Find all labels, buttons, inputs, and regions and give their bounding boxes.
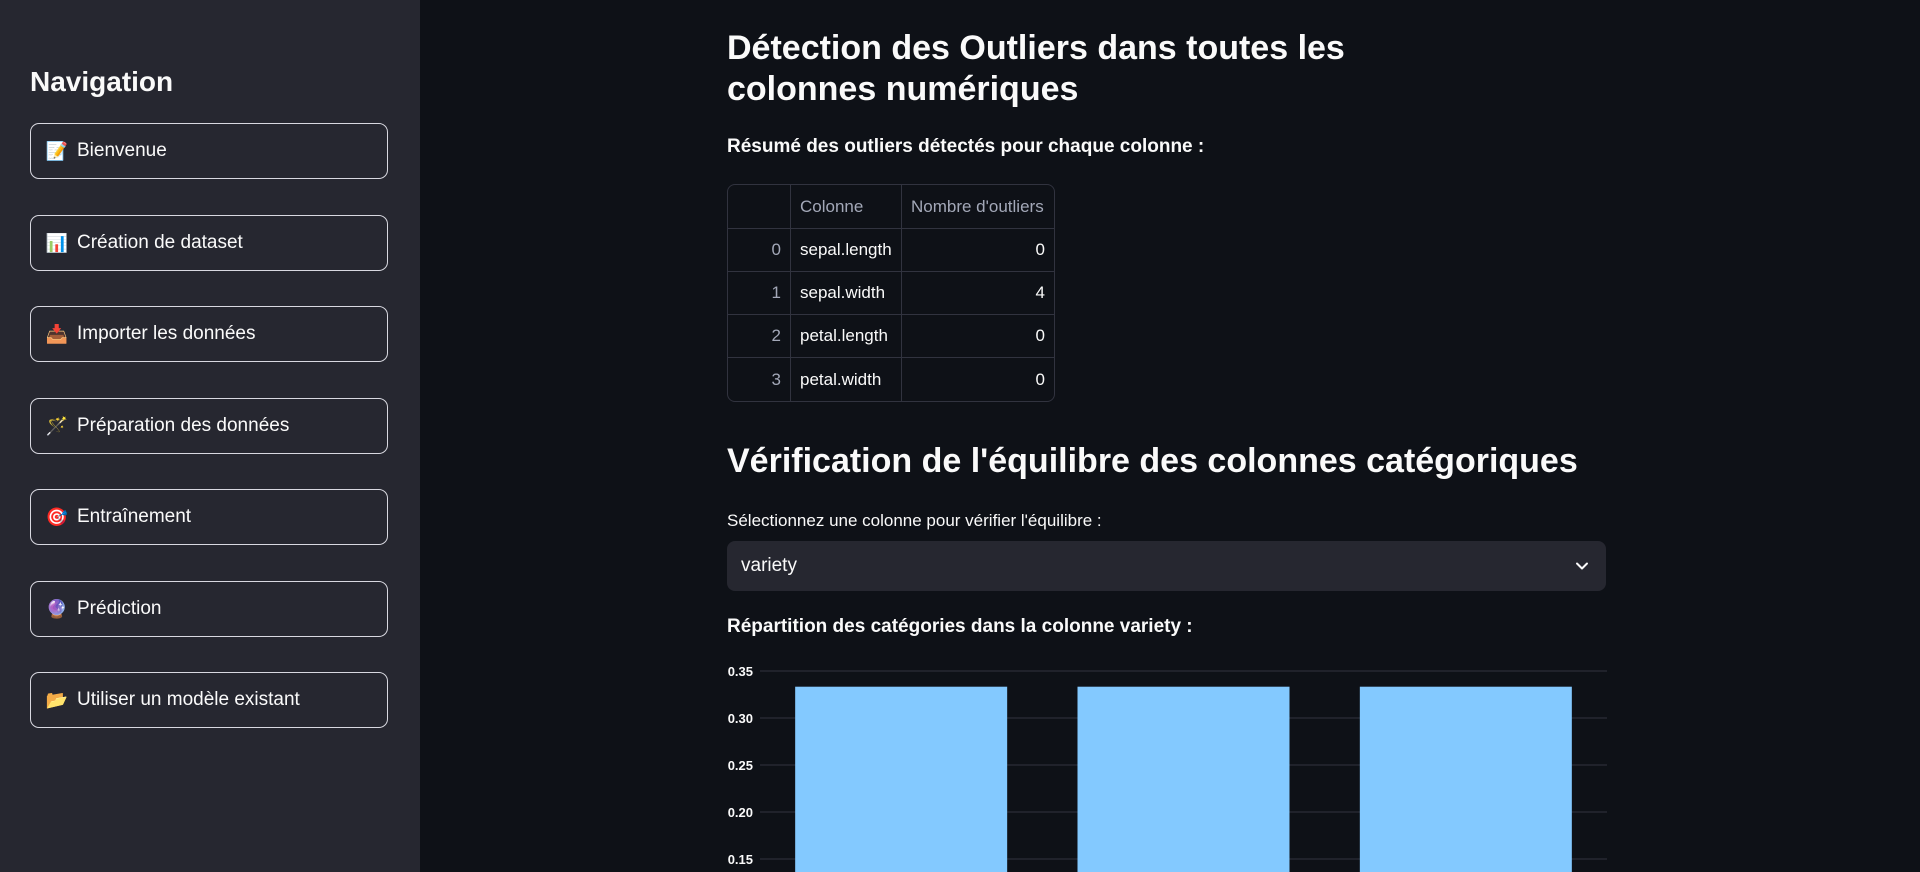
cell-colonne[interactable]: petal.width — [791, 358, 902, 401]
nav-button-label: Prédiction — [77, 598, 162, 619]
nav-button-modele-existant[interactable]: 📂 Utiliser un modèle existant — [30, 672, 388, 728]
nav-button-importer[interactable]: 📥 Importer les données — [30, 306, 388, 362]
table-header-row: Colonne Nombre d'outliers — [728, 185, 1054, 229]
table-header-nombre-outliers[interactable]: Nombre d'outliers — [902, 185, 1054, 229]
chevron-down-icon — [1576, 562, 1588, 570]
nav-button-label: Importer les données — [77, 323, 256, 344]
section-title-equilibre: Vérification de l'équilibre des colonnes… — [727, 442, 1578, 480]
row-index[interactable]: 3 — [728, 358, 791, 401]
sidebar-title: Navigation — [30, 66, 174, 97]
page-title: Détection des Outliers dans toutes les c… — [727, 29, 1345, 108]
y-tick-label: 0.20 — [728, 805, 753, 820]
y-tick-label: 0.35 — [728, 664, 753, 679]
crystal-ball-icon: 🔮 — [45, 598, 69, 619]
nav-button-creation-dataset[interactable]: 📊 Création de dataset — [30, 215, 388, 271]
table-row: 2 petal.length 0 — [728, 315, 1054, 358]
cell-outliers[interactable]: 0 — [902, 358, 1054, 401]
nav-button-preparation[interactable]: 🪄 Préparation des données — [30, 398, 388, 454]
row-index[interactable]: 2 — [728, 315, 791, 358]
nav-button-label: Utiliser un modèle existant — [77, 689, 300, 710]
cell-colonne[interactable]: sepal.width — [791, 272, 902, 315]
row-index[interactable]: 0 — [728, 229, 791, 272]
y-tick-label: 0.15 — [728, 852, 753, 867]
nav-button-label: Bienvenue — [77, 140, 167, 161]
outliers-summary-label: Résumé des outliers détectés pour chaque… — [727, 136, 1205, 157]
nav-button-entrainement[interactable]: 🎯 Entraînement — [30, 489, 388, 545]
cell-outliers[interactable]: 0 — [902, 229, 1054, 272]
magic-wand-icon: 🪄 — [45, 415, 69, 436]
table-header-index[interactable] — [728, 185, 791, 229]
cell-outliers[interactable]: 0 — [902, 315, 1054, 358]
table-header-colonne[interactable]: Colonne — [791, 185, 902, 229]
nav-button-prediction[interactable]: 🔮 Prédiction — [30, 581, 388, 637]
y-tick-label: 0.30 — [728, 711, 753, 726]
cell-colonne[interactable]: sepal.length — [791, 229, 902, 272]
row-index[interactable]: 1 — [728, 272, 791, 315]
inbox-tray-icon: 📥 — [45, 323, 69, 344]
column-select-label: Sélectionnez une colonne pour vérifier l… — [727, 511, 1102, 530]
outliers-table[interactable]: Colonne Nombre d'outliers 0 sepal.length… — [727, 184, 1055, 402]
table-row: 0 sepal.length 0 — [728, 229, 1054, 272]
nav-button-label: Entraînement — [77, 506, 192, 527]
target-icon: 🎯 — [45, 506, 69, 527]
table-row: 3 petal.width 0 — [728, 358, 1054, 401]
memo-icon: 📝 — [45, 140, 69, 161]
nav-button-label: Préparation des données — [77, 415, 290, 436]
open-folder-icon: 📂 — [45, 689, 69, 710]
bar[interactable] — [795, 686, 1008, 872]
bar-chart-icon: 📊 — [45, 232, 69, 253]
cell-outliers[interactable]: 4 — [902, 272, 1054, 315]
nav-button-label: Création de dataset — [77, 232, 243, 253]
category-distribution-chart: 0.35 0.30 0.25 0.20 0.15 — [728, 664, 1607, 872]
bar[interactable] — [1359, 686, 1572, 872]
table-row: 1 sepal.width 4 — [728, 272, 1054, 315]
y-tick-label: 0.25 — [728, 758, 753, 773]
cell-colonne[interactable]: petal.length — [791, 315, 902, 358]
sidebar: Navigation 📝 Bienvenue 📊 Création de dat… — [0, 0, 420, 872]
bar[interactable] — [1077, 686, 1290, 872]
column-select-value: variety — [741, 555, 797, 576]
nav-button-bienvenue[interactable]: 📝 Bienvenue — [30, 123, 388, 179]
column-select[interactable]: variety — [727, 541, 1606, 591]
chart-title: Répartition des catégories dans la colon… — [727, 616, 1193, 637]
